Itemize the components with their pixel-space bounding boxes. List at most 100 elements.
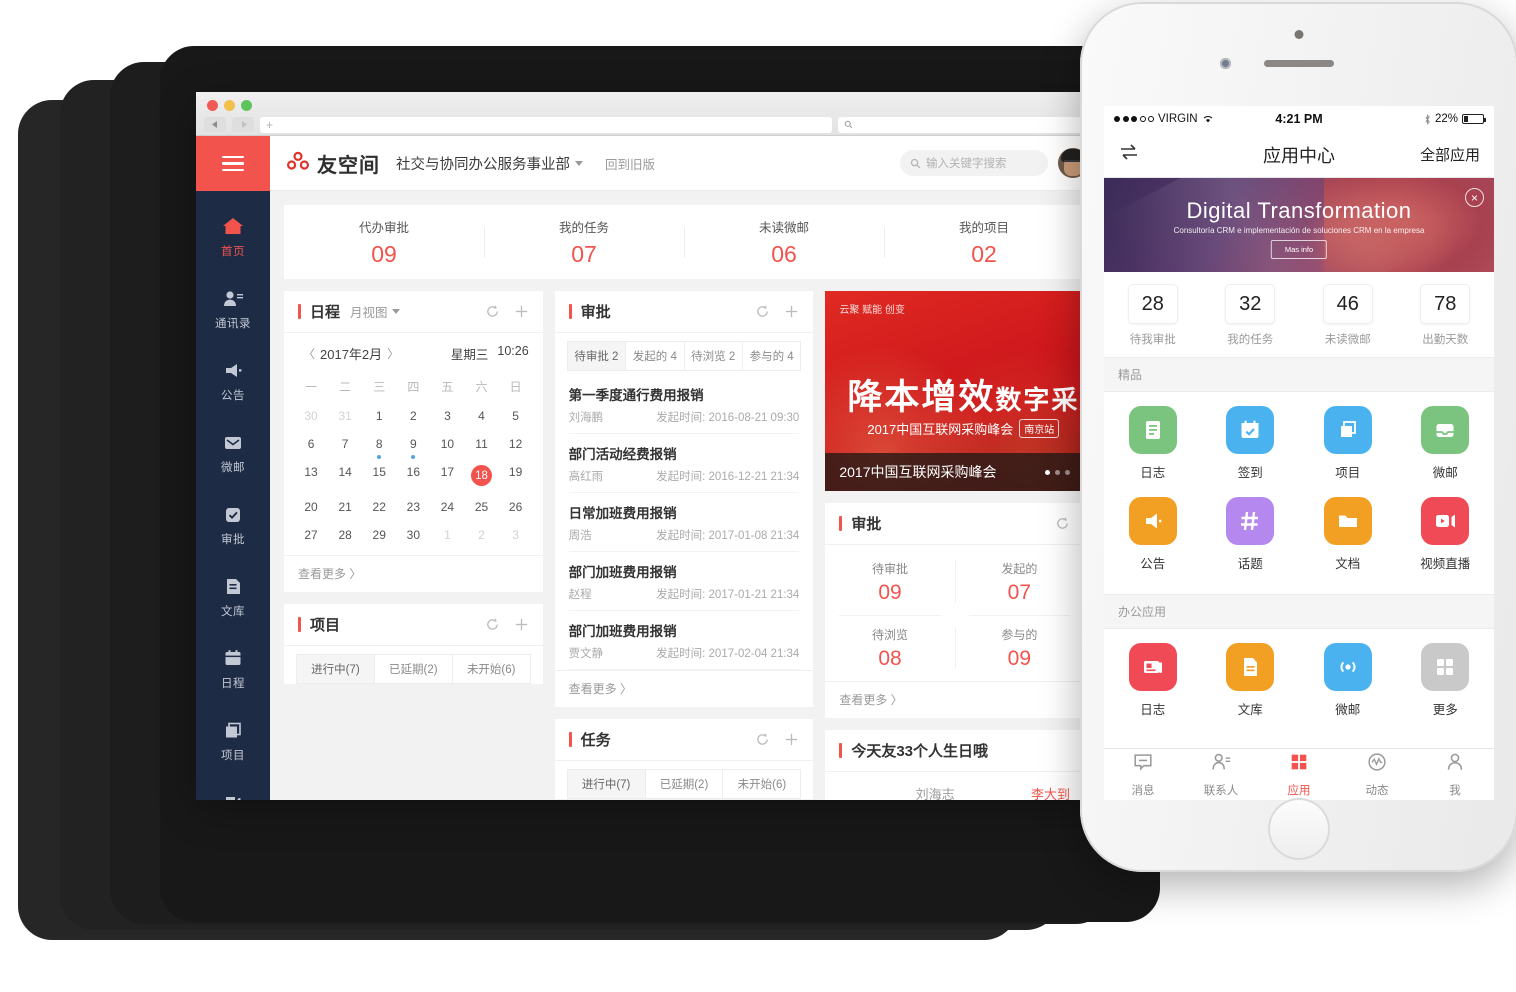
approval-summary-view-more-link[interactable]: 查看更多 〉: [825, 681, 1085, 718]
approval-view-more-link[interactable]: 查看更多 〉: [554, 670, 814, 707]
calendar-day-cell[interactable]: 13: [294, 458, 328, 493]
home-button[interactable]: [1268, 798, 1330, 860]
calendar-day-cell[interactable]: 1: [430, 521, 464, 549]
hamburger-menu-button[interactable]: [196, 136, 270, 191]
phone-stat-item[interactable]: 46 未读微邮: [1299, 284, 1397, 347]
app-icon-cell[interactable]: 公告: [1104, 497, 1202, 572]
sidebar-item-library[interactable]: 文库: [196, 561, 270, 633]
banner-carousel-dots[interactable]: [1045, 469, 1071, 475]
add-button[interactable]: [784, 732, 799, 747]
add-button[interactable]: [514, 617, 529, 632]
refresh-button[interactable]: [485, 304, 500, 319]
calendar-day-cell[interactable]: 28: [328, 521, 362, 549]
calendar-day-cell[interactable]: 27: [294, 521, 328, 549]
sidebar-item-project[interactable]: 项目: [196, 705, 270, 777]
phone-tab-activity[interactable]: 动态: [1338, 749, 1416, 800]
sidebar-item-approval[interactable]: 审批: [196, 489, 270, 561]
sidebar-item-announcement[interactable]: 公告: [196, 345, 270, 417]
app-icon-cell[interactable]: 日志: [1104, 643, 1202, 718]
calendar-day-cell[interactable]: 3: [430, 402, 464, 430]
address-bar[interactable]: +: [260, 116, 832, 133]
refresh-button[interactable]: [485, 617, 500, 632]
tab-pending-approval[interactable]: 待审批 2: [566, 341, 626, 371]
calendar-day-cell[interactable]: 19: [499, 458, 533, 493]
phone-promo-banner[interactable]: Digital Transformation Consultoría CRM e…: [1104, 178, 1494, 272]
calendar-day-cell[interactable]: 11: [464, 430, 498, 458]
phone-tab-chat[interactable]: 消息: [1104, 749, 1182, 800]
app-icon-cell[interactable]: 项目: [1299, 406, 1397, 481]
prev-month-button[interactable]: 〈: [298, 345, 320, 362]
calendar-day-cell[interactable]: 22: [362, 493, 396, 521]
tab-in-progress[interactable]: 进行中(7): [296, 654, 374, 684]
department-selector[interactable]: 社交与协同办公服务事业部: [396, 153, 583, 174]
summary-cell-pending[interactable]: 待审批 09: [825, 549, 954, 615]
close-window-button[interactable]: [207, 100, 218, 111]
approval-list-item[interactable]: 第一季度通行费用报销 刘海鹏 发起时间: 2016-08-21 09:30: [568, 375, 800, 434]
stat-pending-approval[interactable]: 代办审批 09: [284, 217, 484, 268]
calendar-day-cell[interactable]: 25: [464, 493, 498, 521]
sidebar-item-worklist[interactable]: 工作清单: [196, 777, 270, 800]
tab-in-progress[interactable]: 进行中(7): [566, 769, 645, 799]
switch-arrows-icon[interactable]: [1118, 143, 1140, 166]
calendar-day-cell[interactable]: 24: [430, 493, 464, 521]
calendar-day-cell[interactable]: 17: [430, 458, 464, 493]
old-version-link[interactable]: 回到旧版: [605, 154, 655, 173]
refresh-button[interactable]: [1055, 516, 1070, 531]
summary-cell-participated[interactable]: 参与的 09: [954, 615, 1084, 681]
maximize-window-button[interactable]: [241, 100, 252, 111]
app-icon-cell[interactable]: 视频直播: [1397, 497, 1495, 572]
calendar-day-cell[interactable]: 29: [362, 521, 396, 549]
stat-my-tasks[interactable]: 我的任务 07: [484, 217, 684, 268]
app-icon-cell[interactable]: 微邮: [1299, 643, 1397, 718]
forward-button[interactable]: [232, 117, 254, 132]
brand-logo[interactable]: 友空间: [286, 149, 380, 178]
calendar-day-cell[interactable]: 6: [294, 430, 328, 458]
calendar-day-cell[interactable]: 7: [328, 430, 362, 458]
calendar-day-cell[interactable]: 30: [396, 521, 430, 549]
summary-cell-initiated[interactable]: 发起的 07: [954, 549, 1084, 615]
phone-stat-item[interactable]: 28 待我审批: [1104, 284, 1202, 347]
all-apps-button[interactable]: 全部应用: [1420, 144, 1480, 165]
phone-stat-item[interactable]: 32 我的任务: [1202, 284, 1300, 347]
calendar-day-cell[interactable]: 9: [396, 430, 430, 459]
tab-initiated[interactable]: 发起的 4: [625, 341, 684, 371]
calendar-day-cell[interactable]: 26: [499, 493, 533, 521]
refresh-button[interactable]: [755, 732, 770, 747]
app-icon-cell[interactable]: 文库: [1202, 643, 1300, 718]
app-icon-cell[interactable]: 话题: [1202, 497, 1300, 572]
sidebar-item-contacts[interactable]: 通讯录: [196, 273, 270, 345]
calendar-day-cell[interactable]: 30: [294, 402, 328, 430]
calendar-day-cell[interactable]: 3: [499, 521, 533, 549]
calendar-day-cell[interactable]: 2: [464, 521, 498, 549]
calendar-day-cell[interactable]: 10: [430, 430, 464, 458]
app-icon-cell[interactable]: 文档: [1299, 497, 1397, 572]
calendar-day-cell[interactable]: 1: [362, 402, 396, 430]
close-icon[interactable]: ×: [1465, 188, 1484, 207]
search-input[interactable]: 输入关键字搜索: [900, 150, 1048, 176]
stat-my-projects[interactable]: 我的项目 02: [884, 217, 1084, 268]
back-button[interactable]: [204, 117, 226, 132]
calendar-day-cell[interactable]: 12: [499, 430, 533, 458]
browser-search-field[interactable]: [838, 116, 1088, 133]
calendar-day-cell[interactable]: 16: [396, 458, 430, 493]
calendar-day-cell[interactable]: 15: [362, 458, 396, 493]
calendar-day-cell[interactable]: 5: [499, 402, 533, 430]
app-icon-cell[interactable]: 微邮: [1397, 406, 1495, 481]
refresh-button[interactable]: [755, 304, 770, 319]
approval-list-item[interactable]: 部门加班费用报销 贾文静 发起时间: 2017-02-04 21:34: [568, 611, 800, 670]
approval-list-item[interactable]: 日常加班费用报销 周浩 发起时间: 2017-01-08 21:34: [568, 493, 800, 552]
minimize-window-button[interactable]: [224, 100, 235, 111]
calendar-day-cell[interactable]: 14: [328, 458, 362, 493]
tab-participated[interactable]: 参与的 4: [741, 341, 802, 371]
tab-to-review[interactable]: 待浏览 2: [683, 341, 742, 371]
calendar-day-cell[interactable]: 8: [362, 430, 396, 459]
calendar-view-more-link[interactable]: 查看更多 〉: [284, 555, 543, 592]
sidebar-item-schedule[interactable]: 日程: [196, 633, 270, 705]
app-icon-cell[interactable]: 日志: [1104, 406, 1202, 481]
summary-cell-to-review[interactable]: 待浏览 08: [825, 615, 954, 681]
tab-delayed[interactable]: 已延期(2): [644, 769, 723, 799]
app-icon-cell[interactable]: 更多: [1397, 643, 1495, 718]
calendar-day-cell[interactable]: 4: [464, 402, 498, 430]
calendar-day-cell[interactable]: 31: [328, 402, 362, 430]
approval-list-item[interactable]: 部门活动经费报销 高红雨 发起时间: 2016-12-21 21:34: [568, 434, 800, 493]
